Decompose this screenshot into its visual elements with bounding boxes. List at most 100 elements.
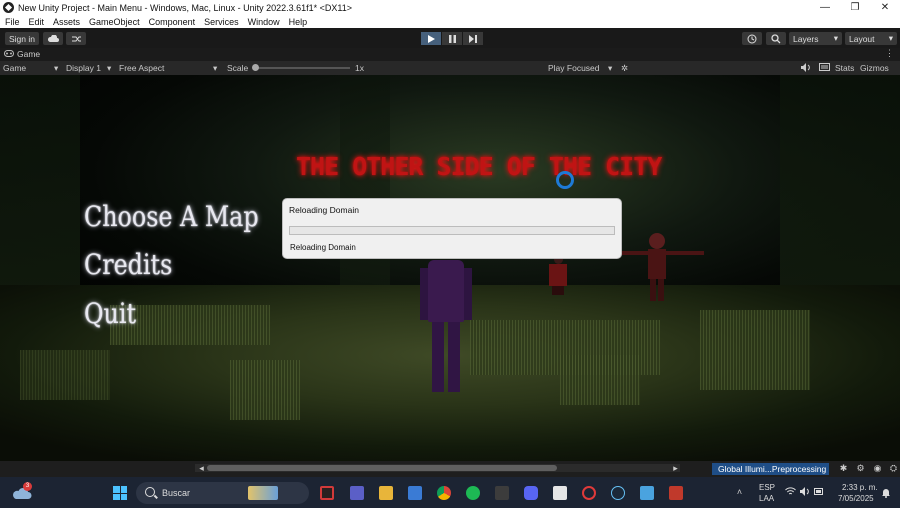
global-illumination-progress[interactable]: Global Illumi...Preprocessing bbox=[712, 463, 829, 475]
scale-slider-handle[interactable] bbox=[252, 64, 259, 71]
app-icon-spotify[interactable] bbox=[466, 486, 480, 500]
notification-icon[interactable]: ⚙ bbox=[855, 463, 866, 474]
app-icon-chrome[interactable] bbox=[437, 486, 451, 500]
search-icon[interactable] bbox=[766, 32, 786, 45]
tray-chevron-up-icon[interactable]: ˄ bbox=[734, 487, 745, 498]
cloud-icon[interactable] bbox=[43, 32, 63, 45]
menu-file[interactable]: File bbox=[5, 17, 20, 27]
menu-option-quit[interactable]: Quit bbox=[84, 297, 136, 330]
stats-button[interactable]: Stats bbox=[835, 63, 854, 73]
tab-game[interactable]: Game bbox=[4, 49, 40, 59]
search-highlight-image bbox=[248, 486, 278, 500]
red-character bbox=[546, 255, 570, 295]
notifications-bell-icon[interactable] bbox=[880, 487, 891, 498]
menu-edit[interactable]: Edit bbox=[29, 17, 45, 27]
layout-dropdown[interactable]: Layout ▾ bbox=[845, 32, 897, 45]
scroll-right-icon[interactable]: ▸ bbox=[670, 463, 681, 474]
language-indicator[interactable]: ESP bbox=[759, 483, 775, 492]
game-viewport[interactable]: THE OTHER SIDE OF THE CITY Choose A Map … bbox=[0, 75, 900, 461]
weather-widget[interactable]: 3 bbox=[13, 482, 33, 501]
menu-window[interactable]: Window bbox=[248, 17, 280, 27]
battery-icon[interactable] bbox=[813, 487, 824, 498]
audio-mute-icon[interactable] bbox=[801, 63, 811, 74]
app-icon-store[interactable] bbox=[408, 486, 422, 500]
history-icon[interactable] bbox=[742, 32, 762, 45]
loading-spinner-icon bbox=[556, 171, 574, 189]
reloading-domain-dialog: Reloading Domain Reloading Domain bbox=[282, 198, 622, 259]
menu-help[interactable]: Help bbox=[289, 17, 308, 27]
chevron-down-icon: ▾ bbox=[213, 63, 218, 73]
settings-gear-icon[interactable]: ✲ bbox=[621, 63, 628, 74]
scale-label: Scale bbox=[227, 63, 249, 73]
search-icon bbox=[145, 487, 155, 497]
tpose-character bbox=[610, 233, 704, 301]
menu-assets[interactable]: Assets bbox=[53, 17, 80, 27]
layers-dropdown[interactable]: Layers ▾ bbox=[789, 32, 842, 45]
menu-component[interactable]: Component bbox=[149, 17, 196, 27]
game-view-toolbar: Game ▾ Display 1 ▾ Free Aspect ▾ Scale 1… bbox=[0, 61, 900, 75]
menu-gameobject[interactable]: GameObject bbox=[89, 17, 140, 27]
grass-patch bbox=[20, 350, 110, 400]
app-icon-unity[interactable] bbox=[553, 486, 567, 500]
app-icon-steam[interactable] bbox=[611, 486, 625, 500]
app-icon-unity-hub[interactable] bbox=[640, 486, 654, 500]
volume-icon[interactable] bbox=[799, 487, 810, 498]
scale-value: 1x bbox=[355, 63, 364, 73]
game-title: THE OTHER SIDE OF THE CITY bbox=[296, 152, 662, 181]
view-dropdown[interactable]: Game bbox=[3, 63, 26, 73]
clock-time[interactable]: 2:33 p. m. bbox=[842, 483, 878, 492]
taskbar-search-box[interactable]: Buscar bbox=[136, 482, 309, 504]
search-placeholder: Buscar bbox=[162, 488, 191, 498]
step-icon[interactable] bbox=[463, 32, 483, 45]
window-title-bar: New Unity Project - Main Menu - Windows,… bbox=[0, 0, 900, 15]
game-tab-header: Game ⋮ bbox=[0, 48, 900, 61]
gamepad-icon bbox=[4, 49, 14, 59]
collab-icon[interactable] bbox=[66, 32, 86, 45]
more-options-icon[interactable]: ⋮ bbox=[885, 48, 894, 59]
app-icon-file-explorer[interactable] bbox=[379, 486, 393, 500]
sign-in-button[interactable]: Sign in bbox=[5, 32, 39, 45]
clock-date[interactable]: 7/05/2025 bbox=[838, 494, 874, 503]
layout-label: Layout bbox=[849, 33, 875, 44]
layers-label: Layers bbox=[793, 33, 819, 44]
chevron-down-icon: ▾ bbox=[54, 63, 59, 73]
gizmos-button[interactable]: Gizmos bbox=[860, 63, 889, 73]
play-mode-dropdown[interactable]: Play Focused bbox=[548, 63, 600, 73]
minimize-button[interactable]: — bbox=[810, 2, 840, 13]
windows-taskbar: 3 Buscar ˄ ESP LAA 2:33 p. m. 7/05/2025 bbox=[0, 477, 900, 508]
weather-badge: 3 bbox=[23, 482, 32, 491]
display-dropdown[interactable]: Display 1 bbox=[66, 63, 101, 73]
scrollbar-thumb[interactable] bbox=[207, 465, 557, 471]
main-toolbar: Sign in Layers ▾ Layout ▾ bbox=[0, 28, 900, 48]
keyboard-icon[interactable] bbox=[819, 63, 830, 73]
aspect-dropdown[interactable]: Free Aspect bbox=[119, 63, 164, 73]
menu-bar: File Edit Assets GameObject Component Se… bbox=[0, 15, 900, 28]
app-icon-teams[interactable] bbox=[350, 486, 364, 500]
app-icon-office[interactable] bbox=[320, 486, 334, 500]
menu-option-choose-map[interactable]: Choose A Map bbox=[84, 200, 259, 233]
app-icon-extra[interactable] bbox=[669, 486, 683, 500]
scale-slider-track[interactable] bbox=[254, 67, 350, 69]
maximize-button[interactable]: ❐ bbox=[840, 2, 870, 13]
settings-icon[interactable]: ⛭ bbox=[888, 463, 899, 474]
bug-icon[interactable]: ✱ bbox=[838, 463, 849, 474]
play-icon[interactable] bbox=[421, 32, 441, 45]
app-icon-capcut[interactable] bbox=[495, 486, 509, 500]
wifi-icon[interactable] bbox=[785, 487, 796, 498]
menu-option-credits[interactable]: Credits bbox=[84, 248, 172, 281]
close-button[interactable]: ✕ bbox=[870, 2, 900, 13]
pause-icon[interactable] bbox=[442, 32, 462, 45]
scroll-left-icon[interactable]: ◂ bbox=[196, 463, 207, 474]
keyboard-layout-indicator[interactable]: LAA bbox=[759, 494, 774, 503]
chevron-down-icon: ▾ bbox=[888, 33, 893, 43]
purple-character bbox=[420, 260, 472, 393]
status-bar: ◂ ▸ Global Illumi...Preprocessing ✱ ⚙ ◉ … bbox=[0, 461, 900, 477]
tree-silhouette bbox=[0, 75, 80, 315]
windows-start-icon[interactable] bbox=[113, 486, 127, 500]
chevron-down-icon: ▾ bbox=[107, 63, 112, 73]
menu-services[interactable]: Services bbox=[204, 17, 239, 27]
app-icon-discord[interactable] bbox=[524, 486, 538, 500]
bug-report-icon[interactable]: ◉ bbox=[872, 463, 883, 474]
unity-logo-icon bbox=[3, 2, 14, 13]
app-icon-opera[interactable] bbox=[582, 486, 596, 500]
